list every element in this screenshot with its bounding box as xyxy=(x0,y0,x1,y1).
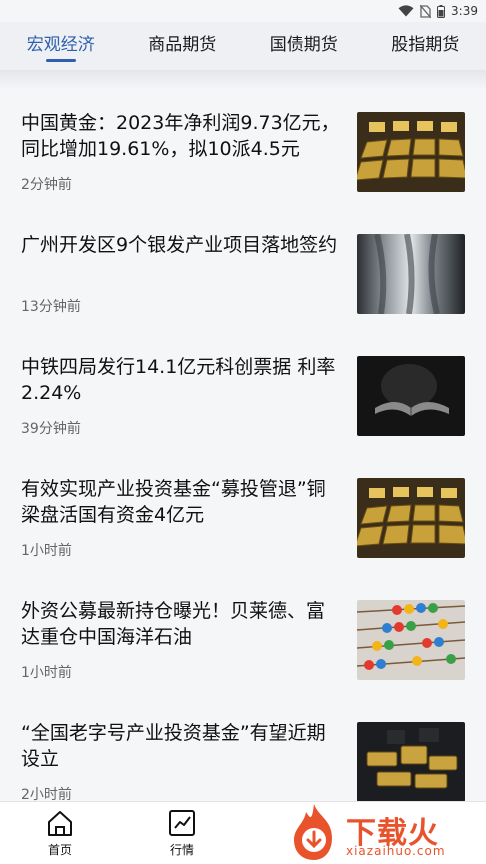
news-time: 13分钟前 xyxy=(21,299,81,315)
nav-home-label: 首页 xyxy=(47,843,72,857)
news-time: 39分钟前 xyxy=(21,421,81,437)
news-item[interactable]: 外资公募最新持仓曝光！贝莱德、富达重仓中国海洋石油 1小时前 xyxy=(0,578,486,700)
watermark-logo: 下载火 xiazaihuo.com xyxy=(286,800,482,864)
tab-treasury-futures[interactable]: 国债期货 xyxy=(243,22,365,70)
news-item[interactable]: 广州开发区9个银发产业项目落地签约 13分钟前 xyxy=(0,212,486,334)
market-chart-icon xyxy=(169,810,195,836)
news-title: “全国老字号产业投资基金”有望近期设立 xyxy=(21,722,326,770)
abacus-thumbnail xyxy=(357,600,465,680)
news-item[interactable]: 中国黄金：2023年净利润9.73亿元，同比增加19.61%，拟10派4.5元 … xyxy=(0,90,486,212)
news-title: 中国黄金：2023年净利润9.73亿元，同比增加19.61%，拟10派4.5元 xyxy=(21,112,340,160)
tab-index-futures[interactable]: 股指期货 xyxy=(365,22,486,70)
open-book-thumbnail xyxy=(357,356,465,436)
nav-home[interactable]: 首页 xyxy=(30,808,90,858)
watermark-url: xiazaihuo.com xyxy=(346,844,446,858)
gold-bars-thumbnail xyxy=(357,112,465,192)
news-title: 中铁四局发行14.1亿元科创票据 利率2.24% xyxy=(21,356,336,404)
tab-macro-economy[interactable]: 宏观经济 xyxy=(0,22,122,70)
news-item[interactable]: 中铁四局发行14.1亿元科创票据 利率2.24% 39分钟前 xyxy=(0,334,486,456)
category-tabs: 宏观经济 商品期货 国债期货 股指期货 xyxy=(0,22,486,70)
nav-market-label: 行情 xyxy=(169,843,194,857)
status-bar: 3:39 xyxy=(0,0,486,22)
tab-commodity-futures[interactable]: 商品期货 xyxy=(122,22,244,70)
home-icon xyxy=(48,811,72,836)
status-time: 3:39 xyxy=(451,4,478,18)
gold-bars-thumbnail xyxy=(357,478,465,558)
silver-metal-thumbnail xyxy=(357,234,465,314)
news-time: 1小时前 xyxy=(21,543,72,559)
battery-icon xyxy=(437,4,446,18)
news-time: 2分钟前 xyxy=(21,177,72,193)
gold-ingots-thumbnail xyxy=(357,722,465,802)
news-title: 广州开发区9个银发产业项目落地签约 xyxy=(21,234,338,256)
wifi-icon xyxy=(398,5,414,17)
no-sim-icon xyxy=(420,4,432,18)
news-list: 中国黄金：2023年净利润9.73亿元，同比增加19.61%，拟10派4.5元 … xyxy=(0,90,486,822)
nav-market[interactable]: 行情 xyxy=(152,808,212,858)
news-title: 有效实现产业投资基金“募投管退”铜梁盘活国有资金4亿元 xyxy=(21,478,326,526)
news-item[interactable]: 有效实现产业投资基金“募投管退”铜梁盘活国有资金4亿元 1小时前 xyxy=(0,456,486,578)
flame-icon xyxy=(294,804,332,860)
news-title: 外资公募最新持仓曝光！贝莱德、富达重仓中国海洋石油 xyxy=(21,600,326,648)
tab-divider xyxy=(0,70,486,90)
news-time: 1小时前 xyxy=(21,665,72,681)
